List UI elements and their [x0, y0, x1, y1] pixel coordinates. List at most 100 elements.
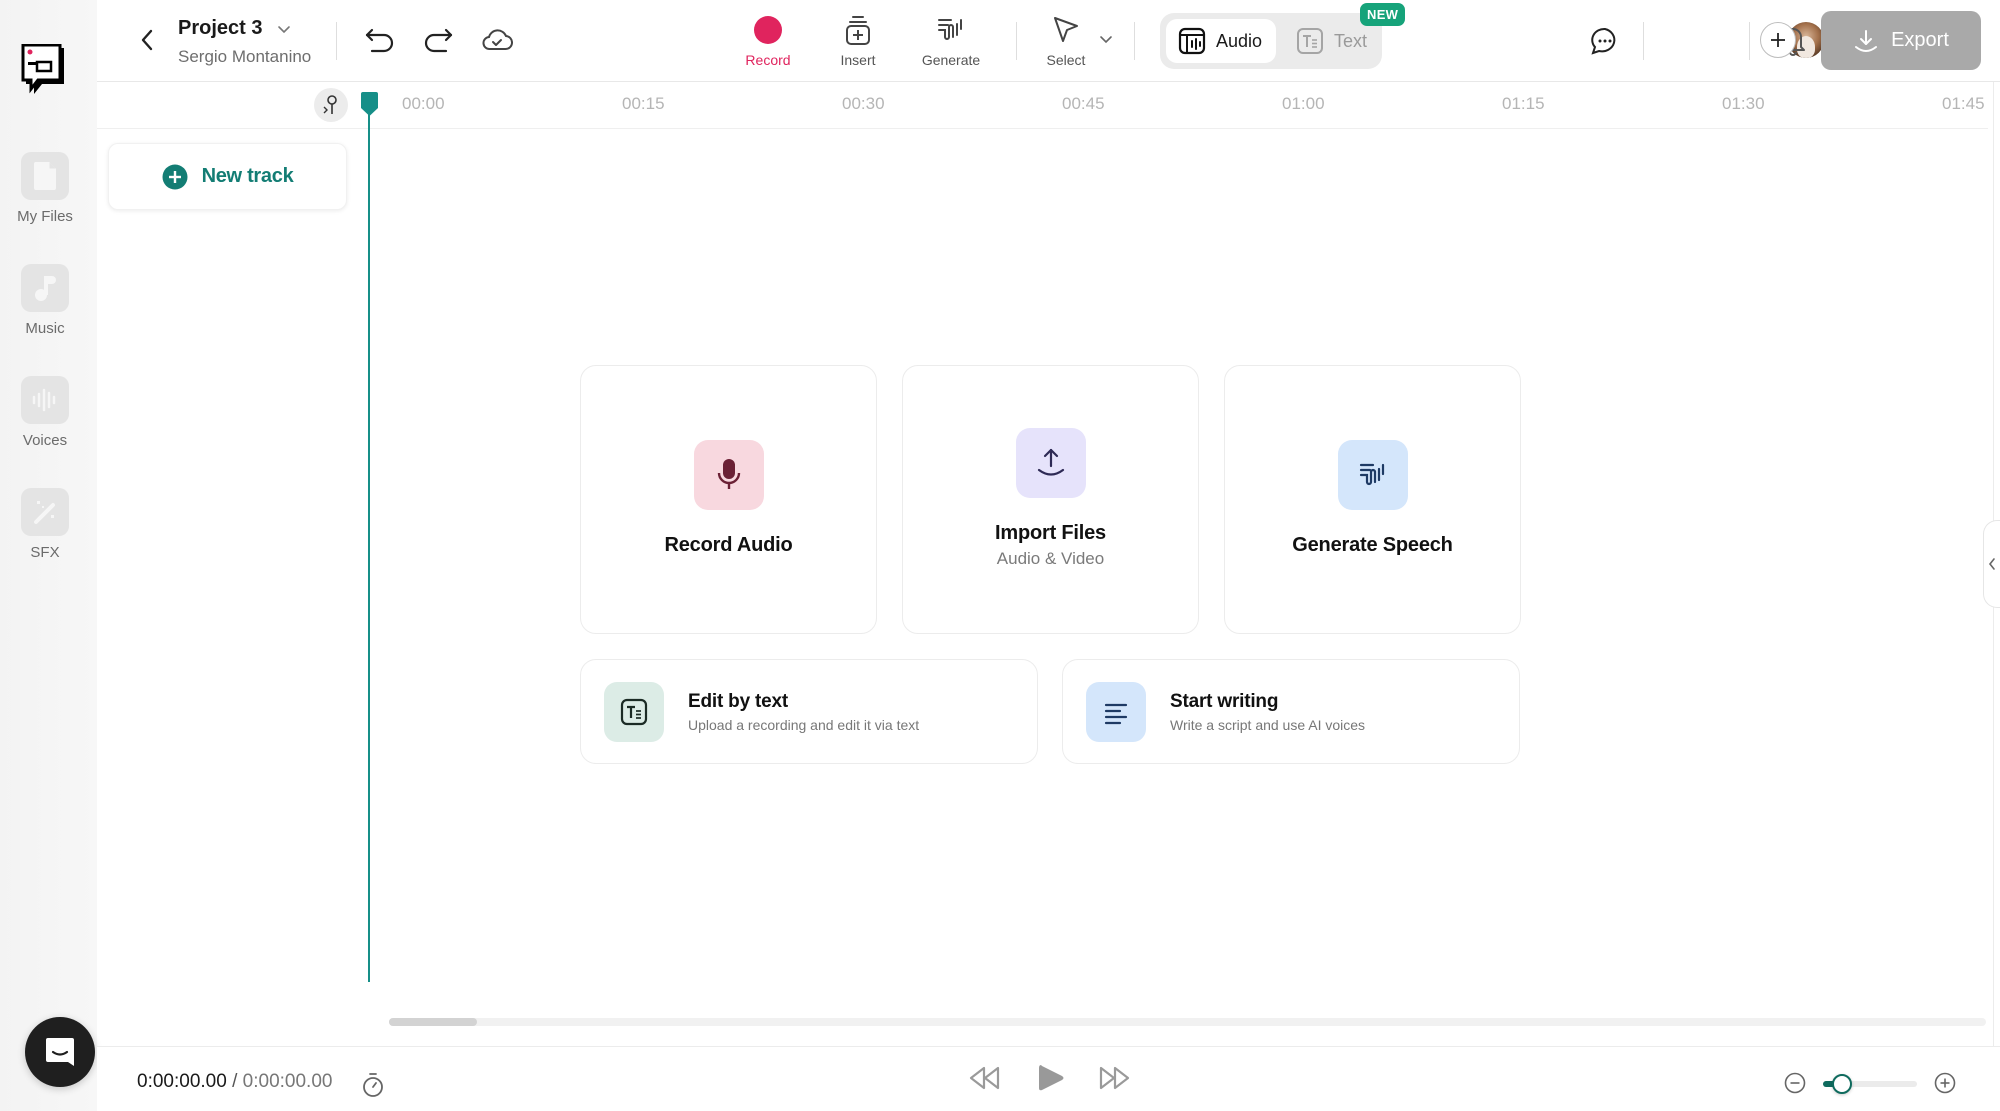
rewind-button[interactable]: [968, 1064, 1002, 1097]
export-button[interactable]: Export: [1821, 11, 1981, 70]
cursor-arrow-icon: [1054, 17, 1078, 42]
snap-magnet-icon: [323, 95, 337, 114]
add-collaborator-button[interactable]: [1760, 22, 1796, 58]
tool-label: Record: [745, 52, 791, 68]
ruler-tick-label: 01:45: [1942, 94, 1985, 113]
project-owner: Sergio Montanino: [178, 47, 312, 66]
import-files-card[interactable]: Import Files Audio & Video: [902, 365, 1199, 634]
time-readout: 0:00:00.00 / 0:00:00.00: [137, 1071, 332, 1093]
record-audio-card[interactable]: Record Audio: [580, 365, 877, 634]
timeline-horizontal-scrollbar[interactable]: [389, 1018, 1986, 1026]
current-time: 0:00:00.00: [137, 1071, 227, 1092]
file-icon: [21, 152, 69, 200]
cloud-save-status[interactable]: [479, 22, 515, 58]
undo-icon: [365, 28, 394, 53]
stopwatch-icon[interactable]: [361, 1072, 385, 1098]
music-note-icon: [21, 264, 69, 312]
rewind-icon: [969, 1066, 1000, 1090]
support-chat-button[interactable]: [25, 1017, 95, 1087]
select-tool[interactable]: Select: [1026, 14, 1106, 68]
back-button[interactable]: [135, 26, 159, 54]
card-subtitle: Write a script and use AI voices: [1170, 716, 1366, 733]
sidebar-item-voices[interactable]: Voices: [0, 376, 90, 449]
align-left-icon: [1086, 681, 1146, 742]
project-menu-chevron-down-icon[interactable]: [275, 20, 293, 38]
generate-speech-icon: [938, 19, 962, 40]
start-writing-card[interactable]: Start writing Write a script and use AI …: [1062, 659, 1520, 764]
sidebar-item-label: SFX: [30, 544, 60, 561]
ruler-tick-label: 00:45: [1062, 94, 1105, 113]
plus-icon: [1771, 33, 1785, 47]
fast-forward-button[interactable]: [1097, 1064, 1131, 1097]
sidebar-item-label: Music: [25, 320, 65, 337]
scrollbar-thumb[interactable]: [389, 1018, 477, 1026]
play-button[interactable]: [1036, 1062, 1066, 1099]
expand-right-panel-button[interactable]: [1983, 520, 2000, 608]
mode-audio-button[interactable]: Audio: [1166, 19, 1276, 63]
chat-bubble-icon: [46, 1038, 74, 1066]
top-toolbar: Project 3 Sergio Montanino Record Insert: [97, 0, 2000, 82]
ruler-tick-label: 00:00: [402, 94, 445, 113]
fast-forward-icon: [1099, 1066, 1130, 1090]
card-title: Edit by text: [688, 690, 789, 712]
tool-label: Insert: [840, 52, 876, 68]
chevron-left-icon: [1988, 558, 1995, 570]
generate-speech-icon: [1337, 440, 1408, 510]
insert-icon: [846, 16, 870, 45]
waveform-icon: [21, 376, 69, 424]
zoom-in-button[interactable]: [1933, 1071, 1957, 1100]
new-track-label: New track: [201, 165, 294, 187]
upload-icon: [1015, 428, 1086, 498]
cloud-check-icon: [482, 29, 513, 50]
plus-circle-icon: [1934, 1072, 1956, 1094]
new-track-button[interactable]: New track: [108, 143, 347, 210]
timeline-ruler[interactable]: 00:00 00:15 00:30 00:45 01:00 01:15 01:30 01:45: [97, 82, 1988, 129]
divider: [1643, 22, 1644, 60]
time-separator: /: [226, 1071, 243, 1092]
playhead-line: [368, 112, 370, 982]
play-icon: [1039, 1065, 1064, 1091]
undo-button[interactable]: [362, 22, 398, 58]
minus-circle-icon: [1784, 1072, 1806, 1094]
audio-timeline-icon: [1178, 27, 1206, 55]
mode-text-label: Text: [1334, 30, 1368, 51]
snap-toggle-button[interactable]: [314, 88, 348, 122]
edit-by-text-card[interactable]: Edit by text Upload a recording and edit…: [580, 659, 1038, 764]
divider: [1749, 22, 1750, 60]
card-subtitle: Audio & Video: [996, 549, 1105, 568]
project-title[interactable]: Project 3: [178, 17, 262, 40]
divider: [336, 22, 337, 60]
download-icon: [1855, 29, 1878, 52]
app-logo[interactable]: [20, 43, 70, 98]
zoom-out-button[interactable]: [1783, 1071, 1807, 1100]
sidebar-item-music[interactable]: Music: [0, 264, 90, 337]
record-dot-icon: [754, 16, 782, 44]
redo-button[interactable]: [420, 22, 456, 58]
zoom-slider-thumb[interactable]: [1831, 1074, 1852, 1094]
sidebar-item-label: My Files: [17, 208, 73, 225]
divider: [1134, 22, 1135, 60]
record-tool[interactable]: Record: [728, 14, 808, 68]
sidebar-item-label: Voices: [22, 432, 68, 449]
insert-tool[interactable]: Insert: [818, 14, 898, 68]
magic-wand-icon: [21, 488, 69, 536]
generate-speech-card[interactable]: Generate Speech: [1224, 365, 1521, 634]
comment-icon: [1591, 27, 1616, 55]
app-root: My Files Music Voices SFX Project 3 Serg…: [0, 0, 2000, 1111]
audio-text-mode-toggle: Audio Text: [1160, 13, 1382, 69]
card-subtitle: Upload a recording and edit it via text: [688, 716, 920, 733]
select-mode-dropdown[interactable]: [1097, 30, 1115, 48]
sidebar-item-my-files[interactable]: My Files: [0, 152, 90, 225]
text-edit-icon: [604, 681, 664, 742]
card-title: Record Audio: [664, 534, 793, 556]
ruler-tick-label: 01:00: [1282, 94, 1325, 113]
card-title: Start writing: [1170, 690, 1279, 712]
plus-circle-icon: [162, 164, 188, 189]
generate-tool[interactable]: Generate: [911, 14, 991, 68]
mode-audio-label: Audio: [1216, 30, 1263, 51]
export-label: Export: [1891, 29, 1949, 51]
divider: [1016, 22, 1017, 60]
comments-button[interactable]: [1588, 24, 1622, 58]
sidebar-item-sfx[interactable]: SFX: [0, 488, 90, 561]
ruler-tick-label: 00:15: [622, 94, 665, 113]
